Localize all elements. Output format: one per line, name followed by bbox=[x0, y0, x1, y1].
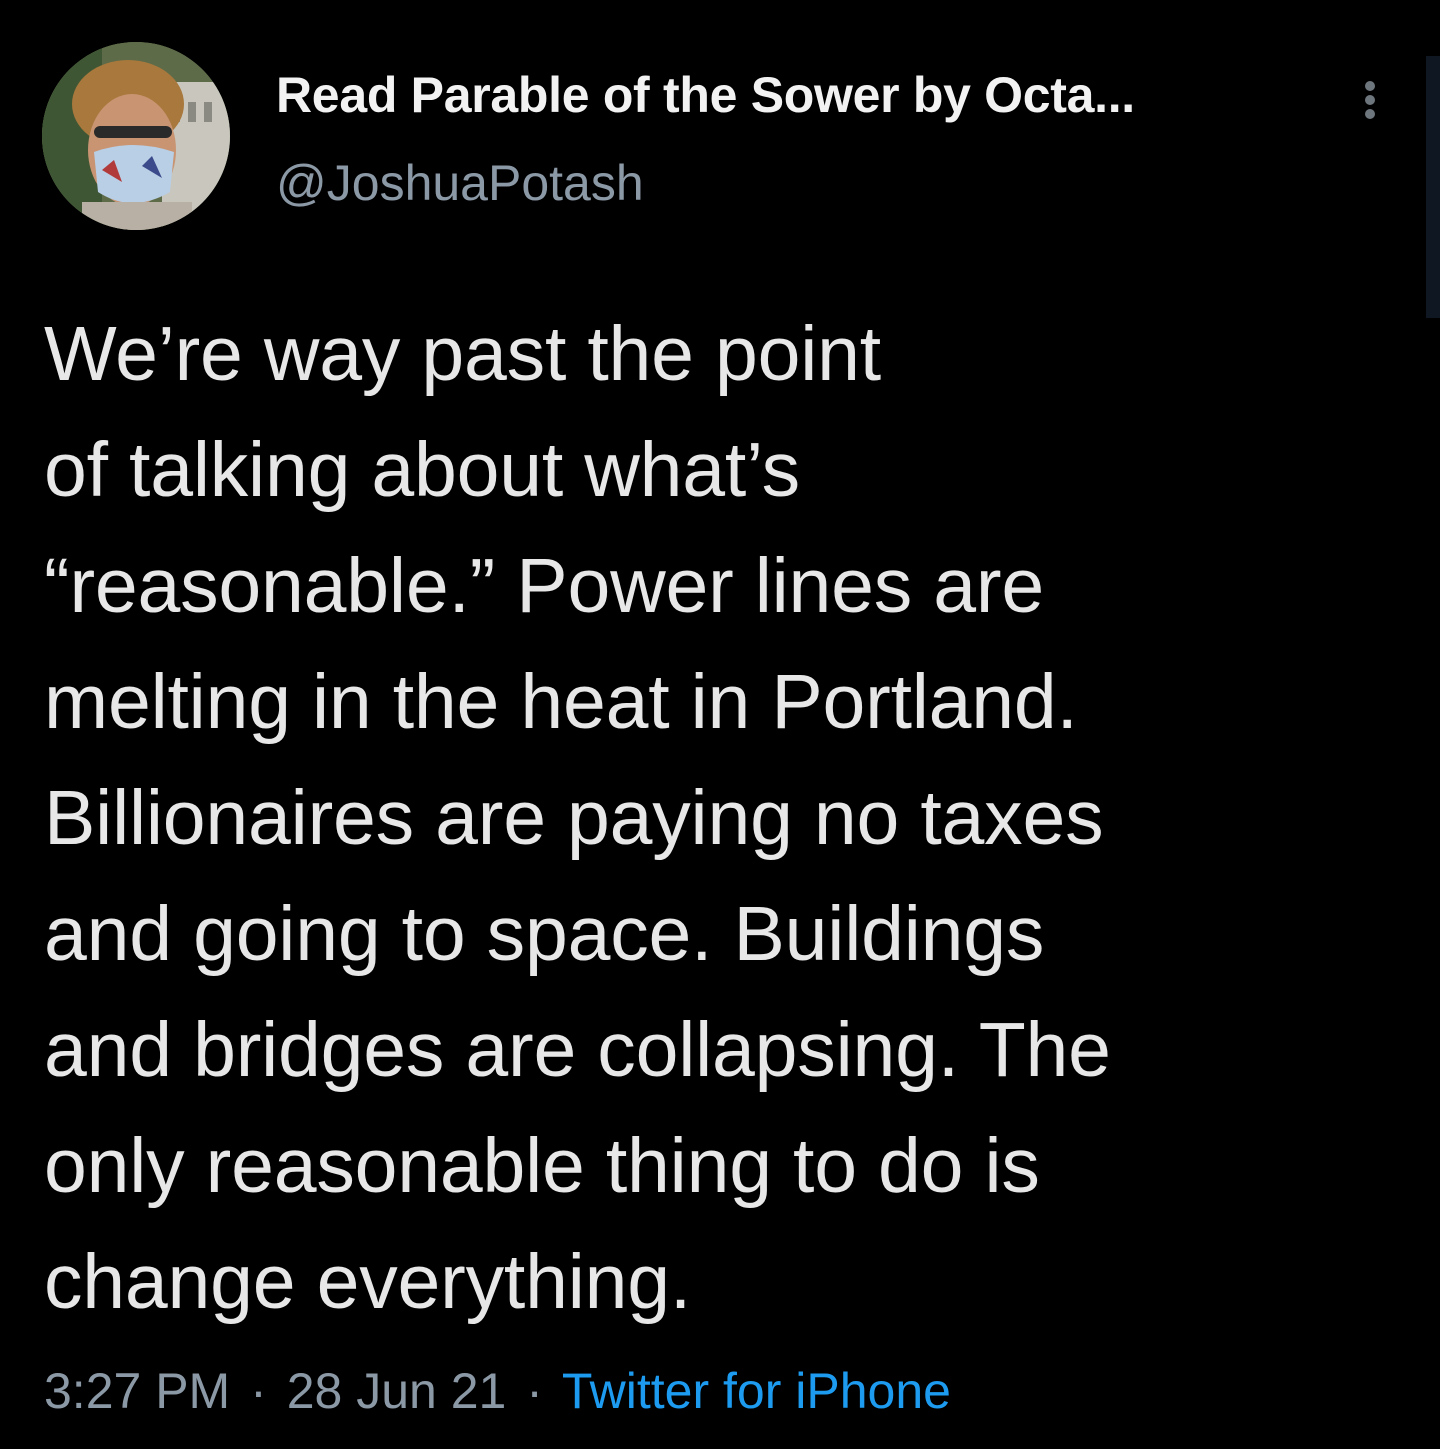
tweet-text-line: “reasonable.” Power lines are bbox=[44, 543, 1044, 629]
tweet-text-line: We’re way past the point bbox=[44, 311, 881, 397]
scrollbar[interactable] bbox=[1426, 56, 1440, 318]
user-handle[interactable]: @JoshuaPotash bbox=[276, 154, 644, 212]
vertical-ellipsis-icon[interactable] bbox=[1352, 78, 1388, 122]
tweet-text-line: and bridges are collapsing. The bbox=[44, 1007, 1111, 1093]
tweet-text-line: melting in the heat in Portland. bbox=[44, 659, 1078, 745]
tweet-text-line: Billionaires are paying no taxes bbox=[44, 775, 1104, 861]
tweet: Read Parable of the Sower by Octa... @Jo… bbox=[0, 0, 1440, 1449]
display-name[interactable]: Read Parable of the Sower by Octa... bbox=[276, 66, 1135, 124]
tweet-meta: 3:27 PM · 28 Jun 21 · Twitter for iPhone bbox=[44, 1362, 951, 1420]
tweet-text-line: change everything. bbox=[44, 1239, 692, 1325]
tweet-source-link[interactable]: Twitter for iPhone bbox=[562, 1363, 951, 1419]
tweet-text-line: of talking about what’s bbox=[44, 427, 800, 513]
meta-separator: · bbox=[250, 1363, 267, 1419]
profile-photo-avatar bbox=[42, 42, 230, 230]
tweet-date[interactable]: 28 Jun 21 bbox=[287, 1363, 507, 1419]
meta-separator: · bbox=[526, 1363, 543, 1419]
tweet-text-line: and going to space. Buildings bbox=[44, 891, 1045, 977]
tweet-text-line: only reasonable thing to do is bbox=[44, 1123, 1040, 1209]
avatar[interactable] bbox=[42, 42, 230, 230]
tweet-text: We’re way past the point of talking abou… bbox=[44, 296, 1384, 1340]
tweet-time[interactable]: 3:27 PM bbox=[44, 1363, 230, 1419]
